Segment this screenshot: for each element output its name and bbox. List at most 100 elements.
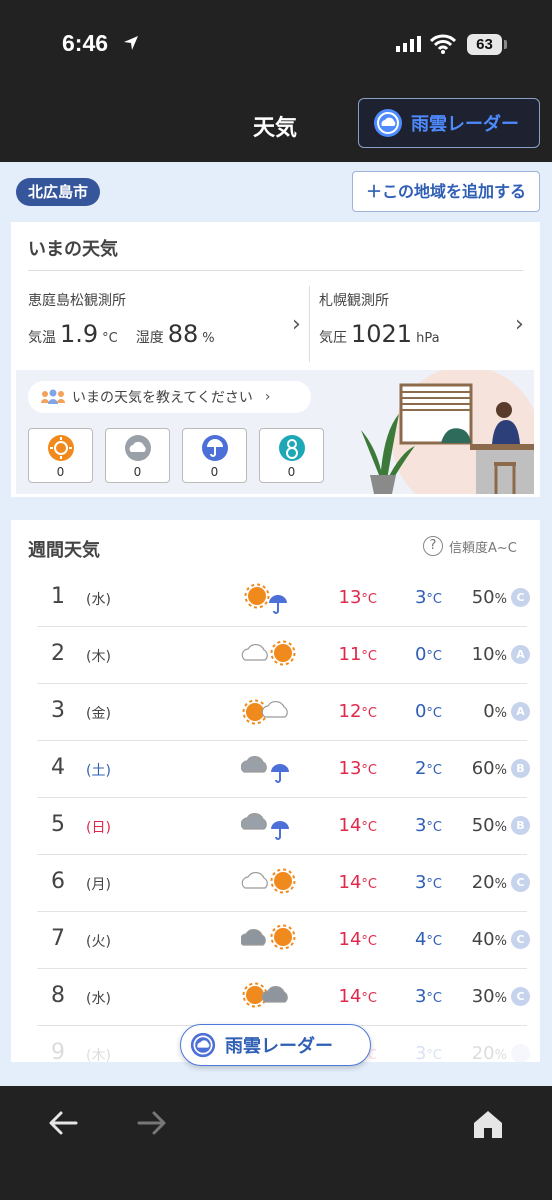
temp-value: 1.9 xyxy=(60,320,99,348)
day-number: 6 xyxy=(51,869,65,894)
day-number: 4 xyxy=(51,755,65,780)
forward-arrow-icon[interactable] xyxy=(137,1110,167,1136)
high-temp: 14°C xyxy=(338,815,377,836)
sun-darkcloud-icon xyxy=(242,982,288,1008)
precip-chance: 20% xyxy=(471,872,507,893)
report-count: 0 xyxy=(133,465,142,479)
cloud-sun-icon xyxy=(241,640,296,666)
wifi-icon xyxy=(430,34,456,54)
divider xyxy=(309,286,310,362)
weekly-row: 4 (土) 13°C 2°C 60% B xyxy=(37,741,530,798)
people-icon xyxy=(41,389,65,404)
low-temp: 0°C xyxy=(414,644,442,665)
weekly-row: 3 (金) 12°C 0°C 0% A xyxy=(37,684,530,741)
low-temp: 3°C xyxy=(414,815,442,836)
rain-radar-header-button[interactable]: 雨雲レーダー xyxy=(358,98,540,148)
precip-chance: 50% xyxy=(471,587,507,608)
rain-radar-floating-button[interactable]: 雨雲レーダー xyxy=(180,1024,371,1066)
current-weather-title: いまの天気 xyxy=(28,239,118,260)
battery-tip xyxy=(504,40,507,49)
weekday: (金) xyxy=(86,706,111,722)
weather-icon xyxy=(240,750,301,792)
reliability-label: 信頼度A~C xyxy=(449,540,517,556)
weather-report-prompt[interactable]: いまの天気を教えてください › xyxy=(28,381,311,413)
pressure-label: 気圧 xyxy=(319,330,347,346)
high-temp: 12°C xyxy=(338,701,377,722)
rain-radar-header-label: 雨雲レーダー xyxy=(411,114,519,135)
temp-label: 気温 xyxy=(28,330,56,346)
sun-rain-icon xyxy=(244,583,287,614)
day-number: 1 xyxy=(51,584,65,609)
high-temp: 14°C xyxy=(338,872,377,893)
reliability-grade-badge: C xyxy=(511,987,530,1006)
illustration-woman-window xyxy=(361,370,534,494)
status-time: 6:46 xyxy=(62,30,109,56)
reliability-grade-badge: B xyxy=(511,816,530,835)
weekly-weather-card: 週間天気 ? 信頼度A~C 1 (水) 13°C 3°C 50% C 2 (木) 11°C 0°C… xyxy=(11,520,540,1062)
precip-chance: 40% xyxy=(471,929,507,950)
precip-chance: 10% xyxy=(471,644,507,665)
precip-chance: 20% xyxy=(471,1043,507,1062)
high-temp: 14°C xyxy=(338,929,377,950)
weather-icon xyxy=(241,636,301,678)
precip-chance: 50% xyxy=(471,815,507,836)
high-temp: 13°C xyxy=(338,758,377,779)
low-temp: 3°C xyxy=(414,986,442,1007)
day-number: 8 xyxy=(51,983,65,1008)
home-icon[interactable] xyxy=(471,1108,505,1140)
weekday: (土) xyxy=(86,763,111,779)
weekly-title: 週間天気 xyxy=(28,540,100,561)
observation-right[interactable]: 札幌観測所 気圧 1021 hPa › xyxy=(319,282,539,362)
back-arrow-icon[interactable] xyxy=(48,1110,78,1136)
weather-icon xyxy=(241,693,301,735)
weekly-row: 2 (木) 11°C 0°C 10% A xyxy=(37,627,530,684)
weekly-rows: 1 (水) 13°C 3°C 50% C 2 (木) 11°C 0°C 10% A 3 (金) 12°C 0°… xyxy=(37,570,530,1062)
report-prompt-text: いまの天気を教えてください xyxy=(72,390,253,406)
precip-chance: 30% xyxy=(471,986,507,1007)
radar-icon xyxy=(190,1032,216,1058)
station-name: 恵庭島松観測所 xyxy=(28,293,126,309)
weekly-row: 8 (水) 14°C 3°C 30% C xyxy=(37,969,530,1026)
day-number: 3 xyxy=(51,698,65,723)
report-count: 0 xyxy=(210,465,219,479)
day-number: 5 xyxy=(51,812,65,837)
reliability-help[interactable]: ? 信頼度A~C xyxy=(423,536,517,556)
low-temp: 0°C xyxy=(414,701,442,722)
low-temp: 3°C xyxy=(414,872,442,893)
snow-icon xyxy=(279,435,305,461)
bottom-nav-bar xyxy=(0,1086,552,1200)
precip-chance: 60% xyxy=(471,758,507,779)
weekday: (水) xyxy=(86,592,111,608)
report-sunny-button[interactable]: 0 xyxy=(28,428,93,483)
weather-icon xyxy=(240,807,301,849)
humidity-unit: % xyxy=(202,331,215,346)
observation-left[interactable]: 恵庭島松観測所 気温 1.9 °C 湿度 88 % › xyxy=(28,282,308,362)
cloud-rain-icon xyxy=(240,756,289,783)
weekly-row: 1 (水) 13°C 3°C 50% C xyxy=(37,570,530,627)
weekday: (水) xyxy=(86,991,111,1007)
current-weather-card: いまの天気 恵庭島松観測所 気温 1.9 °C 湿度 88 % › 札幌観測所 … xyxy=(11,222,540,497)
top-bar: 6:46 63 天気 雨雲レーダー xyxy=(0,0,552,162)
high-temp: 14°C xyxy=(338,986,377,1007)
low-temp: 3°C xyxy=(414,587,442,608)
report-snow-button[interactable]: 0 xyxy=(259,428,324,483)
report-cloudy-button[interactable]: 0 xyxy=(105,428,170,483)
day-number: 9 xyxy=(51,1040,65,1062)
humidity-value: 88 xyxy=(167,320,199,348)
low-temp: 3°C xyxy=(414,1043,442,1062)
add-area-button[interactable]: ＋この地域を追加する xyxy=(352,171,540,212)
sun-cloud-icon xyxy=(242,699,288,725)
signal-icon xyxy=(396,36,421,52)
station-name: 札幌観測所 xyxy=(319,293,389,309)
divider xyxy=(28,270,523,271)
report-count: 0 xyxy=(287,465,296,479)
pressure-unit: hPa xyxy=(416,331,440,346)
report-rain-button[interactable]: 0 xyxy=(182,428,247,483)
question-icon: ? xyxy=(423,536,443,556)
weather-icon xyxy=(241,864,301,906)
weekly-row: 5 (日) 14°C 3°C 50% B xyxy=(37,798,530,855)
reliability-grade-badge: C xyxy=(511,930,530,949)
humidity-label: 湿度 xyxy=(135,330,164,346)
weekday: (木) xyxy=(86,649,111,665)
city-chip[interactable]: 北広島市 xyxy=(16,178,101,206)
